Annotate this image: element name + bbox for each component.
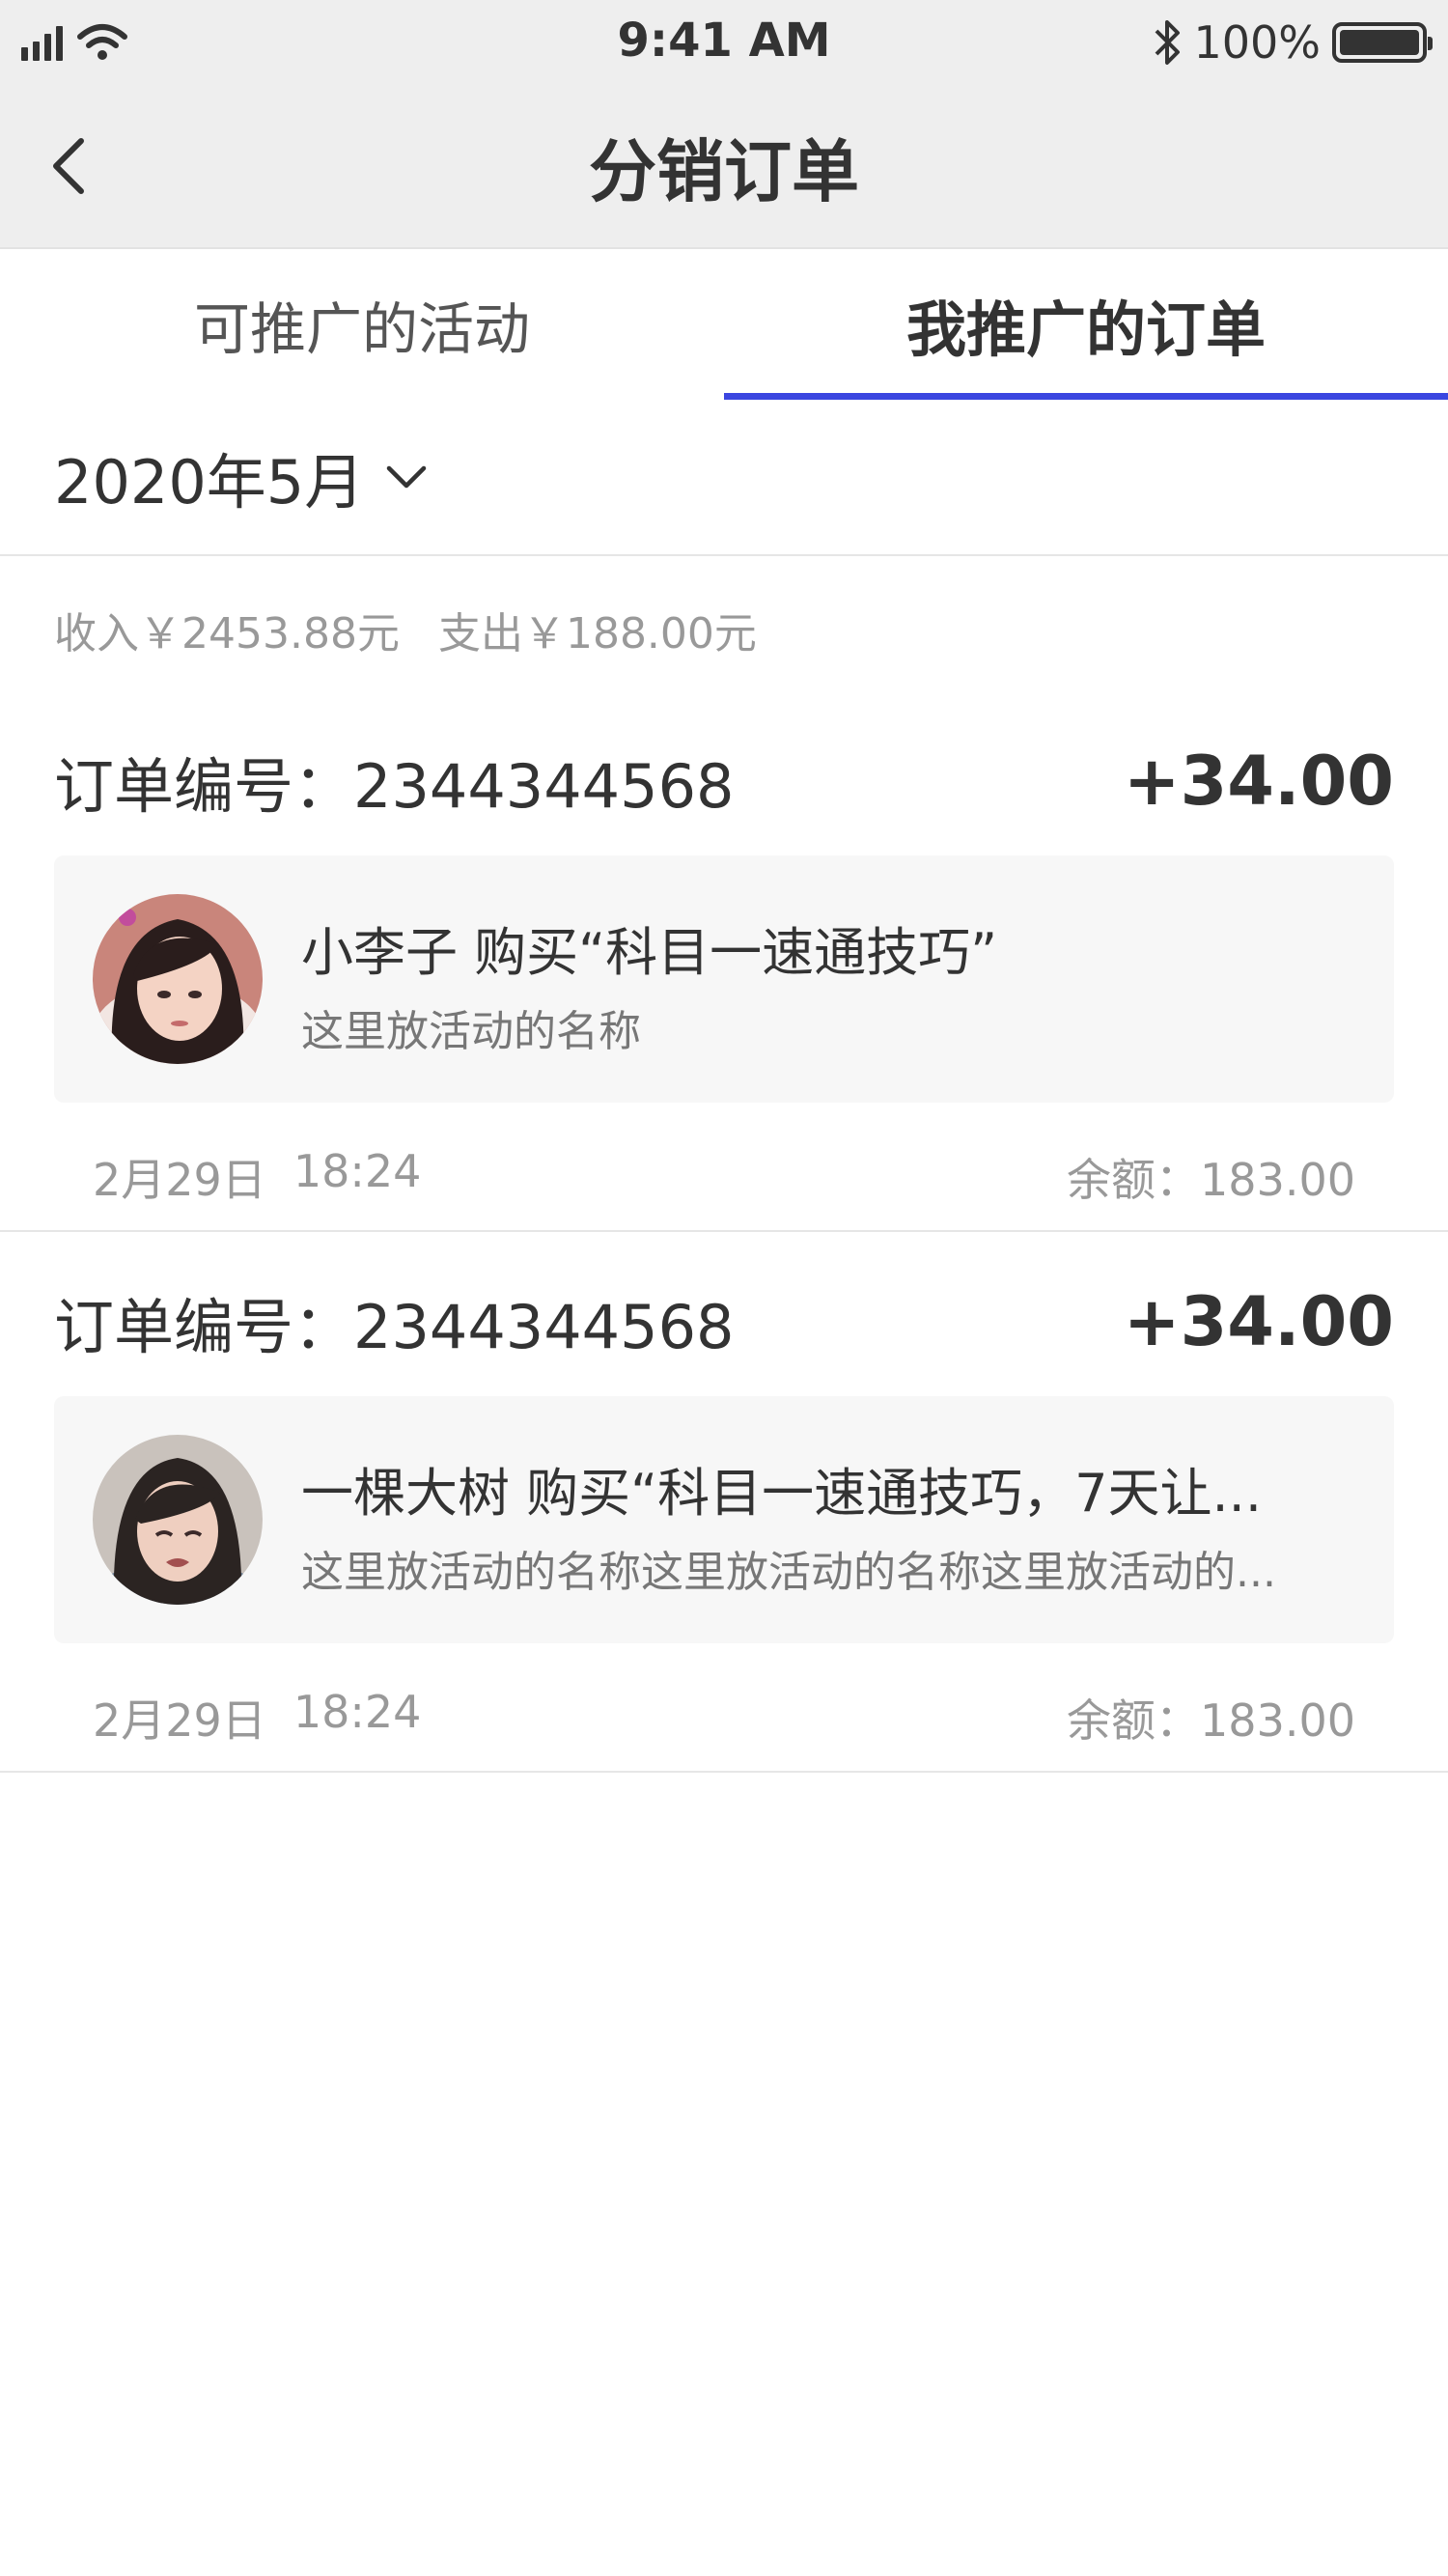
page: 9:41 AM 100% 分销订单 可推广的活动 我推广的订单 2020年5月 (0, 0, 1448, 2576)
active-tab-indicator (724, 393, 1448, 400)
order-time: 18:24 (292, 1686, 422, 1738)
order-balance: 余额：183.00 (1067, 1694, 1355, 1747)
order-card[interactable]: 订单编号：2344344568 +34.00 小李子 购买“科目一速通技巧” 这… (0, 691, 1448, 1232)
purchase-title: 小李子 购买“科目一速通技巧” (301, 922, 998, 983)
status-bar: 9:41 AM 100% (0, 0, 1448, 85)
order-amount: +34.00 (1123, 742, 1394, 821)
tab-my-promoted-orders[interactable]: 我推广的订单 (724, 249, 1448, 400)
order-time: 18:24 (292, 1145, 422, 1197)
order-header: 订单编号：2344344568 +34.00 (54, 738, 1394, 825)
order-date: 2月29日 (93, 1154, 266, 1206)
nav-bar: 分销订单 (0, 85, 1448, 249)
order-footer: 2月29日 18:24 余额：183.00 (93, 1686, 1355, 1750)
page-title: 分销订单 (589, 132, 859, 211)
order-detail-box: 一棵大树 购买“科目一速通技巧，7天让... 这里放活动的名称这里放活动的名称这… (54, 1396, 1394, 1643)
avatar (93, 1435, 263, 1605)
order-detail-box: 小李子 购买“科目一速通技巧” 这里放活动的名称 (54, 855, 1394, 1103)
order-balance: 余额：183.00 (1067, 1154, 1355, 1206)
tab-label: 可推广的活动 (193, 296, 530, 362)
tab-promotable-activities[interactable]: 可推广的活动 (0, 249, 724, 400)
order-number: 订单编号：2344344568 (54, 1292, 735, 1362)
activity-name: 这里放活动的名称 (301, 1007, 641, 1056)
purchase-title: 一棵大树 购买“科目一速通技巧，7天让... (301, 1463, 1262, 1524)
tab-label: 我推广的订单 (905, 294, 1266, 365)
income-total: 收入￥2453.88元 (54, 609, 400, 658)
order-footer: 2月29日 18:24 余额：183.00 (93, 1145, 1355, 1209)
status-time: 9:41 AM (617, 14, 831, 68)
order-card[interactable]: 订单编号：2344344568 +34.00 一棵大树 购买“科目一速通技巧，7… (0, 1232, 1448, 1773)
chevron-down-icon (386, 465, 427, 489)
avatar (93, 894, 263, 1064)
order-datetime: 2月29日 18:24 (93, 1145, 421, 1209)
order-number: 订单编号：2344344568 (54, 751, 735, 822)
order-date: 2月29日 (93, 1694, 266, 1747)
month-filter[interactable]: 2020年5月 (0, 400, 1448, 556)
order-amount: +34.00 (1123, 1282, 1394, 1361)
activity-name: 这里放活动的名称这里放活动的名称这里放活动的... (301, 1548, 1276, 1597)
income-summary: 收入￥2453.88元 支出￥188.00元 (54, 599, 757, 660)
month-label: 2020年5月 (54, 447, 365, 518)
order-datetime: 2月29日 18:24 (93, 1686, 421, 1750)
battery-icon (1332, 22, 1433, 63)
tab-bar: 可推广的活动 我推广的订单 (0, 249, 1448, 400)
expense-total: 支出￥188.00元 (437, 609, 757, 658)
order-header: 订单编号：2344344568 +34.00 (54, 1278, 1394, 1365)
